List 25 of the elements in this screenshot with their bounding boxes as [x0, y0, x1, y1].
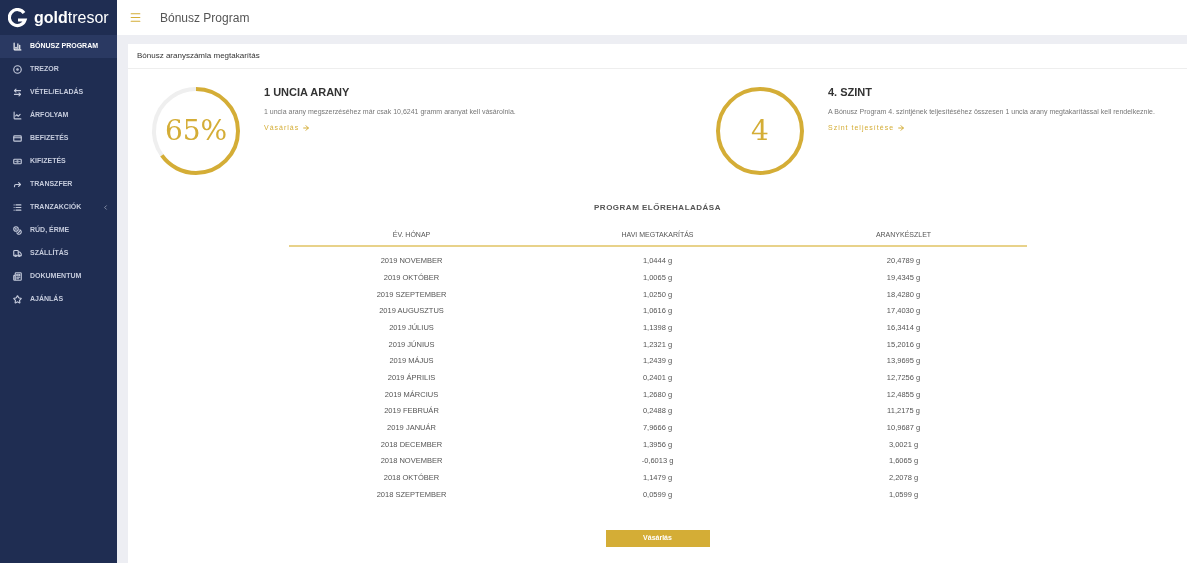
disc-icon — [13, 65, 22, 74]
chevron-icon — [102, 204, 109, 211]
logo-text: goldtresor — [34, 7, 109, 28]
truck-icon — [13, 249, 22, 258]
ring-value: 65% — [164, 113, 228, 149]
logo-icon — [8, 7, 28, 28]
star-icon — [13, 295, 22, 304]
menu-icon[interactable] — [129, 11, 142, 24]
banknote-icon — [13, 157, 22, 166]
page-title: Bónusz Program — [160, 9, 250, 27]
card-icon — [13, 134, 22, 143]
list-icon — [13, 203, 22, 212]
ring-value: 4 — [751, 113, 769, 149]
line-chart-icon — [13, 111, 22, 120]
arrow-icon — [897, 124, 906, 133]
arrow-icon — [302, 124, 311, 133]
table-title: PROGRAM ELŐREHALADÁSA — [594, 202, 721, 214]
arrows-icon — [13, 88, 22, 97]
bar-chart-icon — [13, 42, 22, 51]
share-arrow-icon — [13, 180, 22, 189]
coins-icon — [13, 226, 22, 235]
card-title: Bónusz aranyszámla megtakarítás — [137, 50, 260, 62]
stat-heading: 1 UNCIA ARANY — [264, 85, 351, 100]
document-icon — [13, 272, 22, 281]
stat-heading: 4. SZINT — [828, 85, 873, 100]
